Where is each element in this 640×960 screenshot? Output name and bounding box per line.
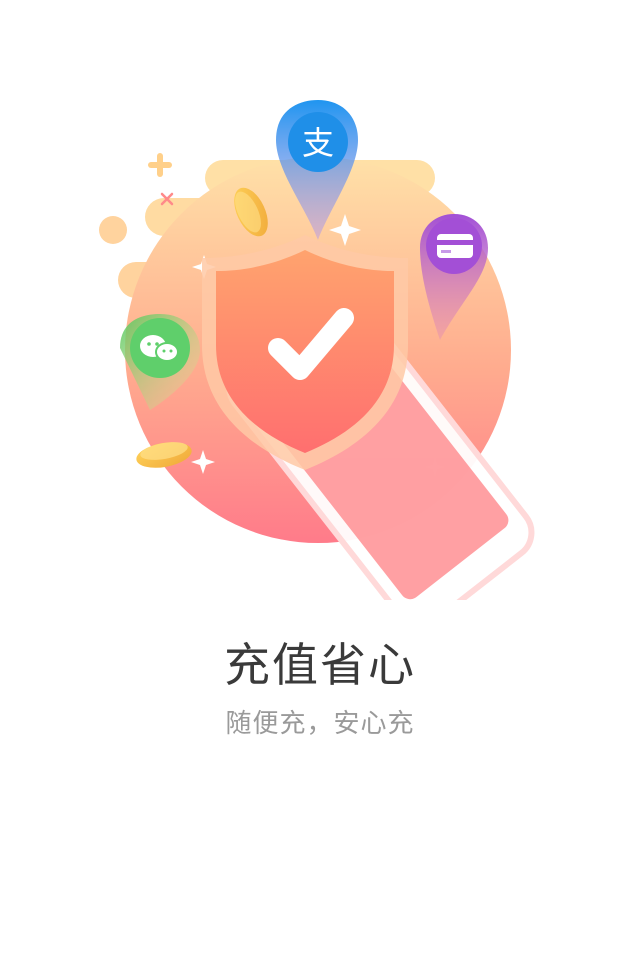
hero-illustration: 支	[0, 0, 640, 600]
svg-text:支: 支	[302, 124, 334, 162]
onboarding-screen: 支 充值省心 随便充，安心充	[0, 0, 640, 960]
illustration-svg: 支	[99, 100, 535, 600]
page-subtitle: 随便充，安心充	[225, 709, 415, 739]
page-title: 充值省心	[224, 638, 416, 692]
plus-icon	[148, 153, 172, 177]
